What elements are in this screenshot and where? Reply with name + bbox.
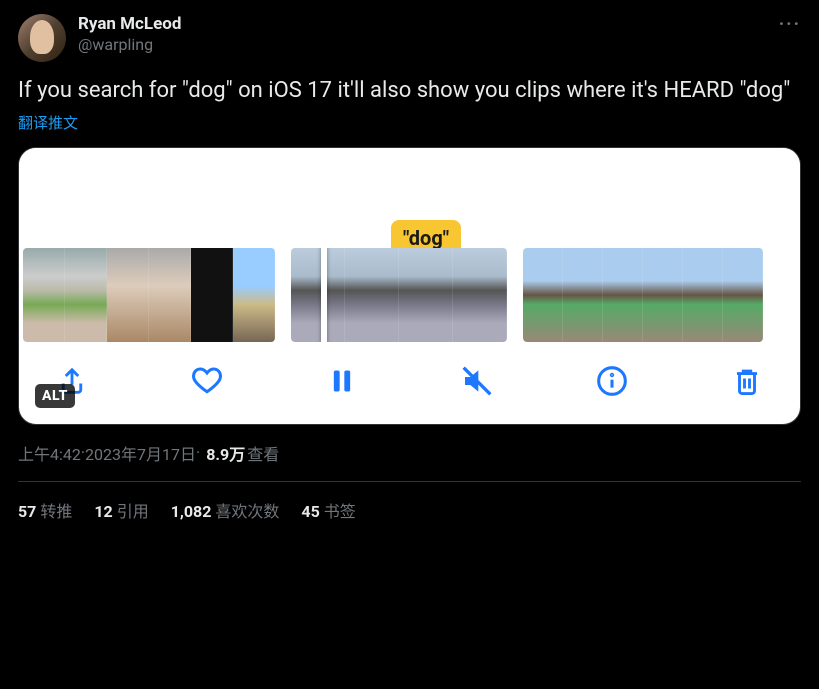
more-options-icon[interactable]: ··· <box>779 14 801 35</box>
media-card: "dog" <box>18 147 801 425</box>
tweet-date[interactable]: 2023年7月17日 <box>85 441 196 465</box>
user-handle: @warpling <box>78 35 181 54</box>
tweet-stats: 57转推 12引用 1,082喜欢次数 45书签 <box>18 482 801 522</box>
video-timeline[interactable] <box>19 248 800 342</box>
clip-thumbnail-group[interactable] <box>23 248 275 342</box>
translate-link[interactable]: 翻译推文 <box>18 112 78 133</box>
alt-badge[interactable]: ALT <box>35 384 75 408</box>
tweet-text: If you search for "dog" on iOS 17 it'll … <box>18 76 801 106</box>
views-count[interactable]: 8.9万 <box>206 441 245 465</box>
trash-icon[interactable] <box>730 364 764 398</box>
user-block[interactable]: Ryan McLeod @warpling <box>78 14 181 54</box>
tweet-time[interactable]: 上午4:42 <box>18 441 81 465</box>
bookmarks-stat[interactable]: 45书签 <box>301 498 355 522</box>
display-name: Ryan McLeod <box>78 14 181 34</box>
tweet-meta: 上午4:42 · 2023年7月17日 · 8.9万 查看 <box>18 441 801 465</box>
media-toolbar <box>19 342 800 406</box>
retweets-stat[interactable]: 57转推 <box>18 498 72 522</box>
clip-thumbnail-group[interactable] <box>291 248 507 342</box>
clip-thumbnail-group[interactable] <box>523 248 763 342</box>
quotes-stat[interactable]: 12引用 <box>94 498 148 522</box>
views-label: 查看 <box>247 441 279 465</box>
mute-icon[interactable] <box>460 364 494 398</box>
heart-icon[interactable] <box>190 364 224 398</box>
tweet-container: Ryan McLeod @warpling ··· If you search … <box>0 0 819 522</box>
pause-icon[interactable] <box>325 364 359 398</box>
likes-stat[interactable]: 1,082喜欢次数 <box>171 498 280 522</box>
media-whitespace <box>19 148 800 230</box>
tweet-header: Ryan McLeod @warpling ··· <box>18 14 801 62</box>
playhead[interactable] <box>321 248 327 342</box>
avatar[interactable] <box>18 14 66 62</box>
info-icon[interactable] <box>595 364 629 398</box>
